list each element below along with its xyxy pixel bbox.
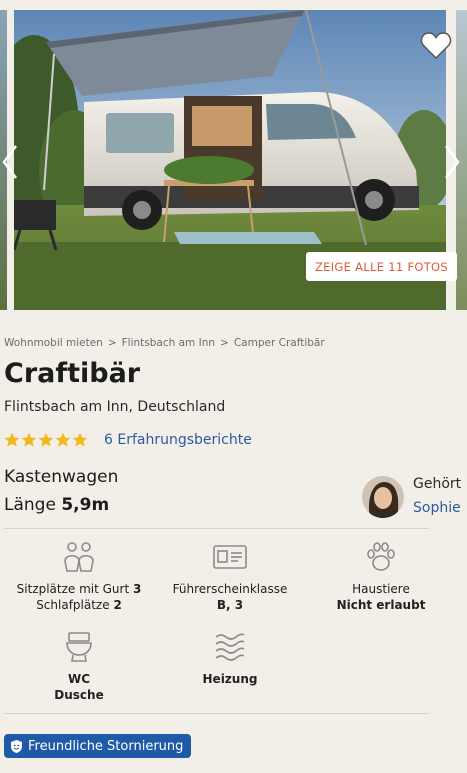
star-icon <box>21 432 37 447</box>
length-value: 5,9m <box>61 495 110 515</box>
star-icon <box>4 432 20 447</box>
feature-seats-value: 3 <box>133 582 142 596</box>
feature-license-value: B, 3 <box>216 598 244 612</box>
divider <box>4 528 429 529</box>
star-icon <box>38 432 54 447</box>
owner-label: Gehört <box>413 476 462 492</box>
feature-heating: Heizung <box>155 631 305 687</box>
heating-icon <box>215 633 245 661</box>
heart-icon <box>420 32 452 60</box>
breadcrumb-item-wohnmobil-mieten[interactable]: Wohnmobil mieten <box>4 337 103 349</box>
star-icon <box>72 432 88 447</box>
owner-avatar[interactable] <box>362 476 404 518</box>
flexible-cancellation-badge[interactable]: Freundliche Stornierung <box>4 734 192 758</box>
rating-row: 6 Erfahrungsberichte <box>4 432 252 448</box>
feature-license: Führerscheinklasse B, 3 <box>155 541 305 613</box>
favorite-button[interactable] <box>420 30 452 60</box>
feature-toilet-label: WC <box>67 672 91 686</box>
photo-gallery[interactable]: ZEIGE ALLE 11 FOTOS <box>0 0 467 322</box>
listing-location: Flintsbach am Inn, Deutschland <box>4 399 226 415</box>
toilet-icon <box>66 632 92 662</box>
license-card-icon <box>213 545 247 569</box>
feature-seats: Sitzplätze mit Gurt 3 Schlafplätze 2 <box>4 541 154 613</box>
divider <box>4 713 429 714</box>
feature-sleeps-value: 2 <box>113 598 122 612</box>
people-icon <box>64 542 94 572</box>
rating-stars <box>4 432 88 448</box>
chevron-right-icon <box>445 145 460 179</box>
shield-icon <box>11 739 22 753</box>
next-photo-button[interactable] <box>440 142 462 182</box>
feature-license-label: Führerscheinklasse <box>172 582 288 596</box>
feature-shower-label: Dusche <box>54 688 104 702</box>
reviews-link[interactable]: 6 Erfahrungsberichte <box>104 432 252 448</box>
previous-photo-button[interactable] <box>0 142 22 182</box>
vehicle-length: Länge 5,9m <box>4 495 109 515</box>
feature-toilet: WC Dusche <box>4 631 154 703</box>
feature-sleeps-label: Schlafplätze <box>36 598 110 612</box>
feature-heating-label: Heizung <box>202 672 258 686</box>
feature-pets-label: Haustiere <box>352 582 410 596</box>
paw-icon <box>367 542 395 571</box>
star-icon <box>55 432 71 447</box>
breadcrumb-item-current: Camper Craftibär <box>233 337 325 349</box>
owner-name-link[interactable]: Sophie <box>413 500 461 516</box>
breadcrumb: Wohnmobil mieten > Flintsbach am Inn > Campe… <box>4 337 325 349</box>
breadcrumb-separator: > <box>220 337 229 349</box>
feature-pets-value: Nicht erlaubt <box>336 598 426 612</box>
chevron-left-icon <box>2 145 17 179</box>
breadcrumb-separator: > <box>107 337 117 349</box>
show-all-photos-button[interactable]: ZEIGE ALLE 11 FOTOS <box>306 252 457 281</box>
feature-pets: Haustiere Nicht erlaubt <box>306 541 456 613</box>
length-label: Länge <box>4 495 56 515</box>
badge-label: Freundliche Stornierung <box>28 738 184 754</box>
listing-title: Craftibär <box>4 358 141 389</box>
feature-seats-label: Sitzplätze mit Gurt <box>16 582 130 596</box>
vehicle-type: Kastenwagen <box>4 467 119 487</box>
breadcrumb-item-flintsbach[interactable]: Flintsbach am Inn <box>122 337 215 349</box>
